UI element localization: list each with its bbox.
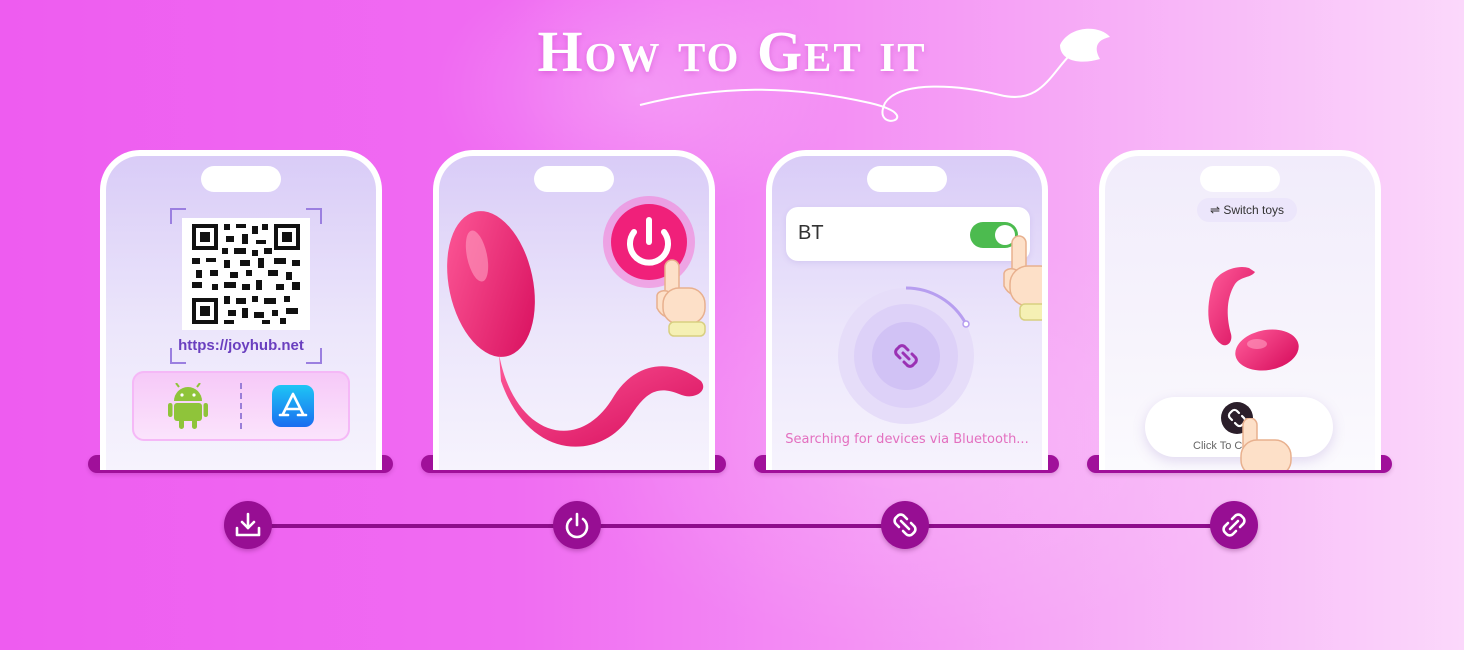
step-connect-app[interactable] [1210, 501, 1258, 549]
download-icon [235, 512, 261, 537]
phone-step-4: ⇌ Switch toys Click To Co [1099, 150, 1381, 470]
switch-toys-button[interactable]: ⇌ Switch toys [1197, 198, 1297, 222]
phone-screen: https://joyhub.net [106, 156, 376, 470]
phone-screen: BT Searching for devices via Bluetooth..… [772, 156, 1042, 470]
phone-step-3: BT Searching for devices via Bluetooth..… [766, 150, 1048, 470]
phone-notch [1200, 166, 1280, 192]
hand-pointer-icon [656, 259, 706, 337]
step-power-on[interactable] [553, 501, 601, 549]
bluetooth-setting-row: BT [786, 207, 1030, 261]
app-store-links [132, 371, 350, 441]
heart-swirl-decoration [639, 28, 1110, 122]
hand-pointer-icon [1240, 418, 1292, 470]
steps-timeline [248, 524, 1234, 528]
phone-notch [867, 166, 947, 192]
step-connect-bluetooth[interactable] [881, 501, 929, 549]
bluetooth-label: BT [798, 222, 824, 244]
step-download[interactable] [224, 501, 272, 549]
qr-code[interactable] [182, 218, 310, 330]
bluetooth-radar [838, 286, 974, 424]
phone-step-2 [433, 150, 715, 470]
power-icon [565, 512, 589, 539]
bluetooth-search-status: Searching for devices via Bluetooth... [785, 432, 1029, 447]
android-icon[interactable] [168, 383, 208, 429]
phone-notch [201, 166, 281, 192]
hand-pointer-icon [1003, 235, 1042, 321]
download-url[interactable]: https://joyhub.net [106, 337, 376, 354]
phone-screen [439, 156, 709, 470]
phone-screen: ⇌ Switch toys Click To Co [1105, 156, 1375, 470]
toy-device-image [1208, 266, 1299, 371]
phone-notch [534, 166, 614, 192]
link-icon [893, 513, 917, 537]
store-divider [240, 383, 242, 429]
phone-step-1: https://joyhub.net [100, 150, 382, 470]
link-icon [1222, 513, 1246, 537]
app-store-icon[interactable] [272, 385, 314, 427]
